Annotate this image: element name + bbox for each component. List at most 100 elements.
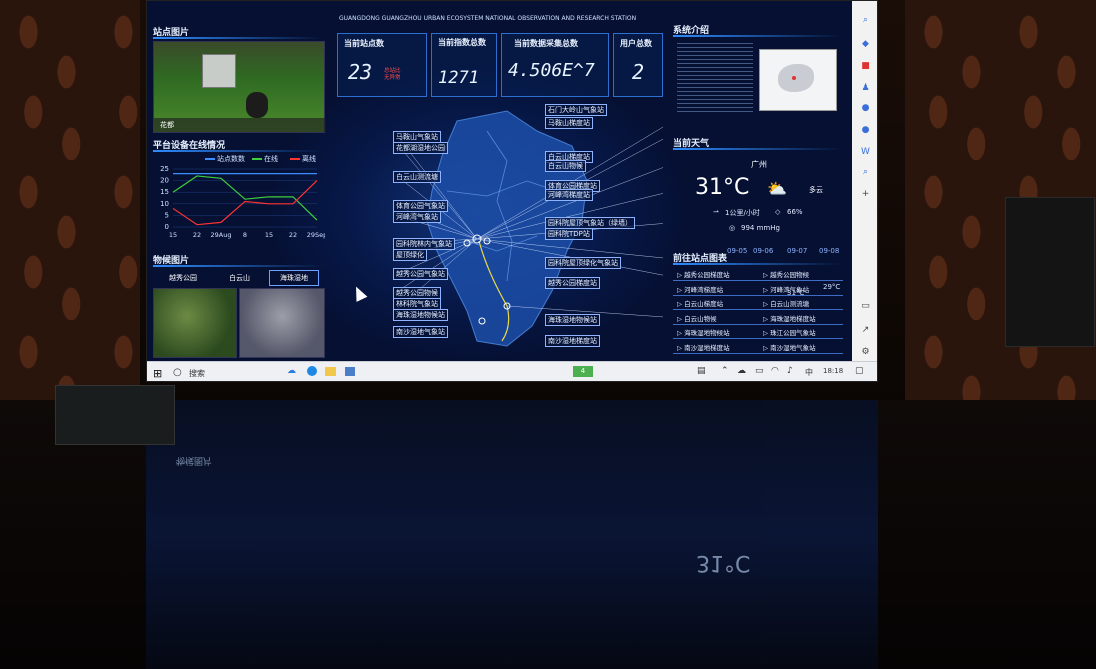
map-station-label[interactable]: 园科院屋顶绿化气象站	[545, 257, 621, 269]
station-link[interactable]: ▷ 越秀公园物候	[763, 269, 809, 279]
shopping-icon[interactable]: ■	[860, 61, 871, 72]
station-link[interactable]: ▷ 越秀公园梯度站	[677, 269, 730, 279]
tools-icon[interactable]: W	[860, 147, 871, 158]
station-link[interactable]: ▷ 河峰湾气象站	[763, 284, 809, 294]
station-title: GUANGDONG GUANGZHOU URBAN ECOSYSTEM NATI…	[339, 15, 637, 22]
map-station-label[interactable]: 花都湖湿地公园	[393, 142, 448, 154]
stat-note: 总站比 无异常	[384, 68, 401, 81]
tag-icon[interactable]: ◆	[860, 39, 871, 50]
forecast-date: 09-07	[787, 247, 808, 255]
station-link[interactable]: ▷ 河峰湾梯度站	[677, 284, 723, 294]
edge-browser-icon[interactable]	[307, 366, 317, 376]
x-tick-label: 8	[243, 231, 247, 239]
station-link[interactable]: ▷ 海珠湿地梯度站	[763, 313, 816, 323]
map-station-label[interactable]: 屋顶绿化	[393, 249, 427, 261]
phenology-tab-active[interactable]: 海珠湿地	[269, 270, 319, 286]
x-tick-label: 29Sep	[307, 231, 325, 239]
map-station-label[interactable]: 南沙湿地梯度站	[545, 335, 600, 347]
weather-temp: 31°C	[695, 175, 750, 200]
map-station-label[interactable]: 马鞍山梯度站	[545, 117, 593, 129]
map-station-label[interactable]: 南沙湿地气象站	[393, 326, 448, 338]
network-device	[55, 385, 175, 445]
x-tick-label: 22	[193, 231, 201, 239]
station-link[interactable]: ▷ 白云山测流塘	[763, 298, 809, 308]
station-link[interactable]: ▷ 海珠湿地物候站	[677, 327, 730, 337]
screen-reflection: 31°C 物候图片	[146, 400, 878, 669]
y-tick-label: 25	[160, 165, 169, 173]
stat-value: 2	[632, 60, 645, 84]
reflection-temp: 31°C	[696, 550, 751, 575]
map-station-label[interactable]: 河峰湾梯度站	[545, 189, 593, 201]
wifi-icon[interactable]: ◠	[771, 366, 779, 376]
office-icon[interactable]: ●	[860, 103, 871, 114]
cloud-icon[interactable]: ☁	[737, 366, 746, 376]
taskbar: ⊞ ○ 搜索 ☁ 4 ▤ ⌃ ☁ ▭ ◠ ♪ 中 18:18 ▢	[147, 361, 877, 381]
external-link-icon[interactable]: ↗	[860, 325, 871, 336]
search-icon[interactable]: ⌕	[860, 15, 871, 26]
search-icon[interactable]: ○	[173, 367, 182, 378]
system-intro-map[interactable]	[759, 49, 837, 111]
store-icon[interactable]	[345, 367, 355, 376]
divider	[673, 148, 843, 150]
map-station-label[interactable]: 越秀公园梯度站	[545, 277, 600, 289]
divider	[153, 150, 323, 152]
map-station-label[interactable]: 河峰湾气象站	[393, 211, 441, 223]
split-screen-icon[interactable]: ▭	[860, 301, 871, 312]
weather-wind: 1公里/小时	[725, 209, 760, 217]
map-station-label[interactable]: 石门大岭山气象站	[545, 104, 607, 116]
site-photo[interactable]: 花都	[153, 41, 326, 133]
search-icon[interactable]: ⌕	[860, 167, 871, 178]
pressure-icon: ◎	[729, 224, 736, 232]
chevron-up-icon[interactable]: ⌃	[721, 366, 729, 376]
station-link[interactable]: ▷ 南沙湿地梯度站	[677, 342, 730, 352]
map-station-label[interactable]: 园科院TDP站	[545, 228, 593, 240]
taskbar-search-label[interactable]: 搜索	[189, 368, 205, 379]
divider	[153, 265, 323, 267]
notification-icon[interactable]: ▢	[855, 366, 864, 376]
notification-badge[interactable]: 4	[573, 366, 593, 377]
person-silhouette	[246, 92, 268, 118]
stat-value: 4.506E^7	[508, 60, 595, 81]
phenology-tab[interactable]: 越秀公园	[169, 273, 197, 283]
x-tick-label: 15	[169, 231, 177, 239]
station-link[interactable]: ▷ 白云山物候	[677, 313, 717, 323]
map-station-label[interactable]: 海珠湿地物候站	[545, 314, 600, 326]
dashboard: GUANGDONG GUANGZHOU URBAN ECOSYSTEM NATI…	[147, 1, 852, 361]
volume-icon[interactable]: ♪	[787, 366, 793, 376]
phenology-tab[interactable]: 白云山	[229, 273, 250, 283]
settings-icon[interactable]: ⚙	[860, 347, 871, 358]
battery-icon[interactable]: ▭	[755, 366, 764, 376]
clock[interactable]: 18:18	[823, 367, 843, 375]
equipment-box	[202, 54, 236, 88]
forecast-temp: 29°C	[823, 283, 841, 291]
phenology-photo-1[interactable]	[153, 288, 237, 358]
weather-pressure: 994 mmHg	[741, 224, 780, 232]
stat-label: 当前指数总数	[438, 38, 486, 47]
keyboard-icon[interactable]: ▤	[697, 366, 706, 376]
map-station-label[interactable]: 白云山物候	[545, 160, 586, 172]
phenology-photo-2[interactable]	[239, 288, 325, 358]
weather-condition: 多云	[809, 186, 823, 194]
browser-sidebar: ⌕ ◆ ■ ♟ ● ● W ⌕ + ▭ ↗ ⚙	[852, 1, 877, 361]
wind-icon: ⇀	[713, 208, 719, 216]
map-station-label[interactable]: 白云山测流塘	[393, 171, 441, 183]
ime-indicator[interactable]: 中	[805, 367, 813, 378]
system-intro-text	[677, 43, 753, 113]
online-chart: 0 5 10 15 20 25 15 22 29Aug 8 15 22 29Sep	[160, 165, 325, 239]
windows-start-icon[interactable]: ⊞	[153, 367, 162, 380]
outlook-icon[interactable]: ●	[860, 125, 871, 136]
station-link[interactable]: ▷ 南沙湿地气象站	[763, 342, 816, 352]
x-tick-label: 29Aug	[211, 231, 232, 239]
map-station-label[interactable]: 越秀公园气象站	[393, 268, 448, 280]
weather-app-icon[interactable]: ☁	[287, 366, 296, 376]
divider	[153, 37, 323, 39]
station-link[interactable]: ▷ 白云山梯度站	[677, 298, 723, 308]
add-icon[interactable]: +	[860, 189, 871, 200]
series-line	[172, 180, 318, 226]
map-station-label[interactable]: 海珠湿地物候站	[393, 309, 448, 321]
person-icon[interactable]: ♟	[860, 83, 871, 94]
y-tick-label: 5	[165, 211, 169, 219]
station-link[interactable]: ▷ 珠江公园气象站	[763, 327, 816, 337]
file-explorer-icon[interactable]	[325, 367, 336, 376]
weather-humidity: 66%	[787, 208, 803, 216]
